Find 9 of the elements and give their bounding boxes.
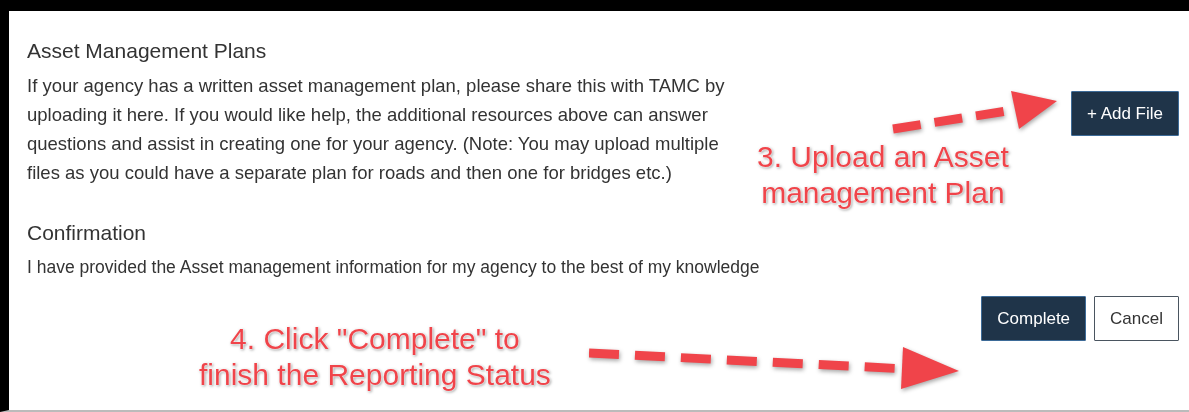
instructions-text: If your agency has a written asset management plan, please share this with TAMC by uploading it here. If you would like help, the additional resources above can answer questions and assist in creating one for your agency. (Note: You may upload multiple files as you could have a separate plan for roads and then one for bridges etc.): [27, 74, 726, 185]
section-title: Asset Management Plans: [27, 39, 267, 63]
annotation-text: 3. Upload an Asset management Plan: [757, 139, 1009, 211]
section-title: Confirmation: [27, 221, 147, 245]
confirmation-text: I have provided the Asset management information for my agency to the best of my knowledge: [27, 256, 761, 279]
annotation-text: 4. Click "Complete" to finish the Reporting Status: [199, 321, 551, 393]
complete-button[interactable]: Complete: [981, 296, 1087, 341]
add-file-button[interactable]: + Add File: [1070, 91, 1179, 136]
cancel-button[interactable]: Cancel: [1094, 296, 1179, 341]
